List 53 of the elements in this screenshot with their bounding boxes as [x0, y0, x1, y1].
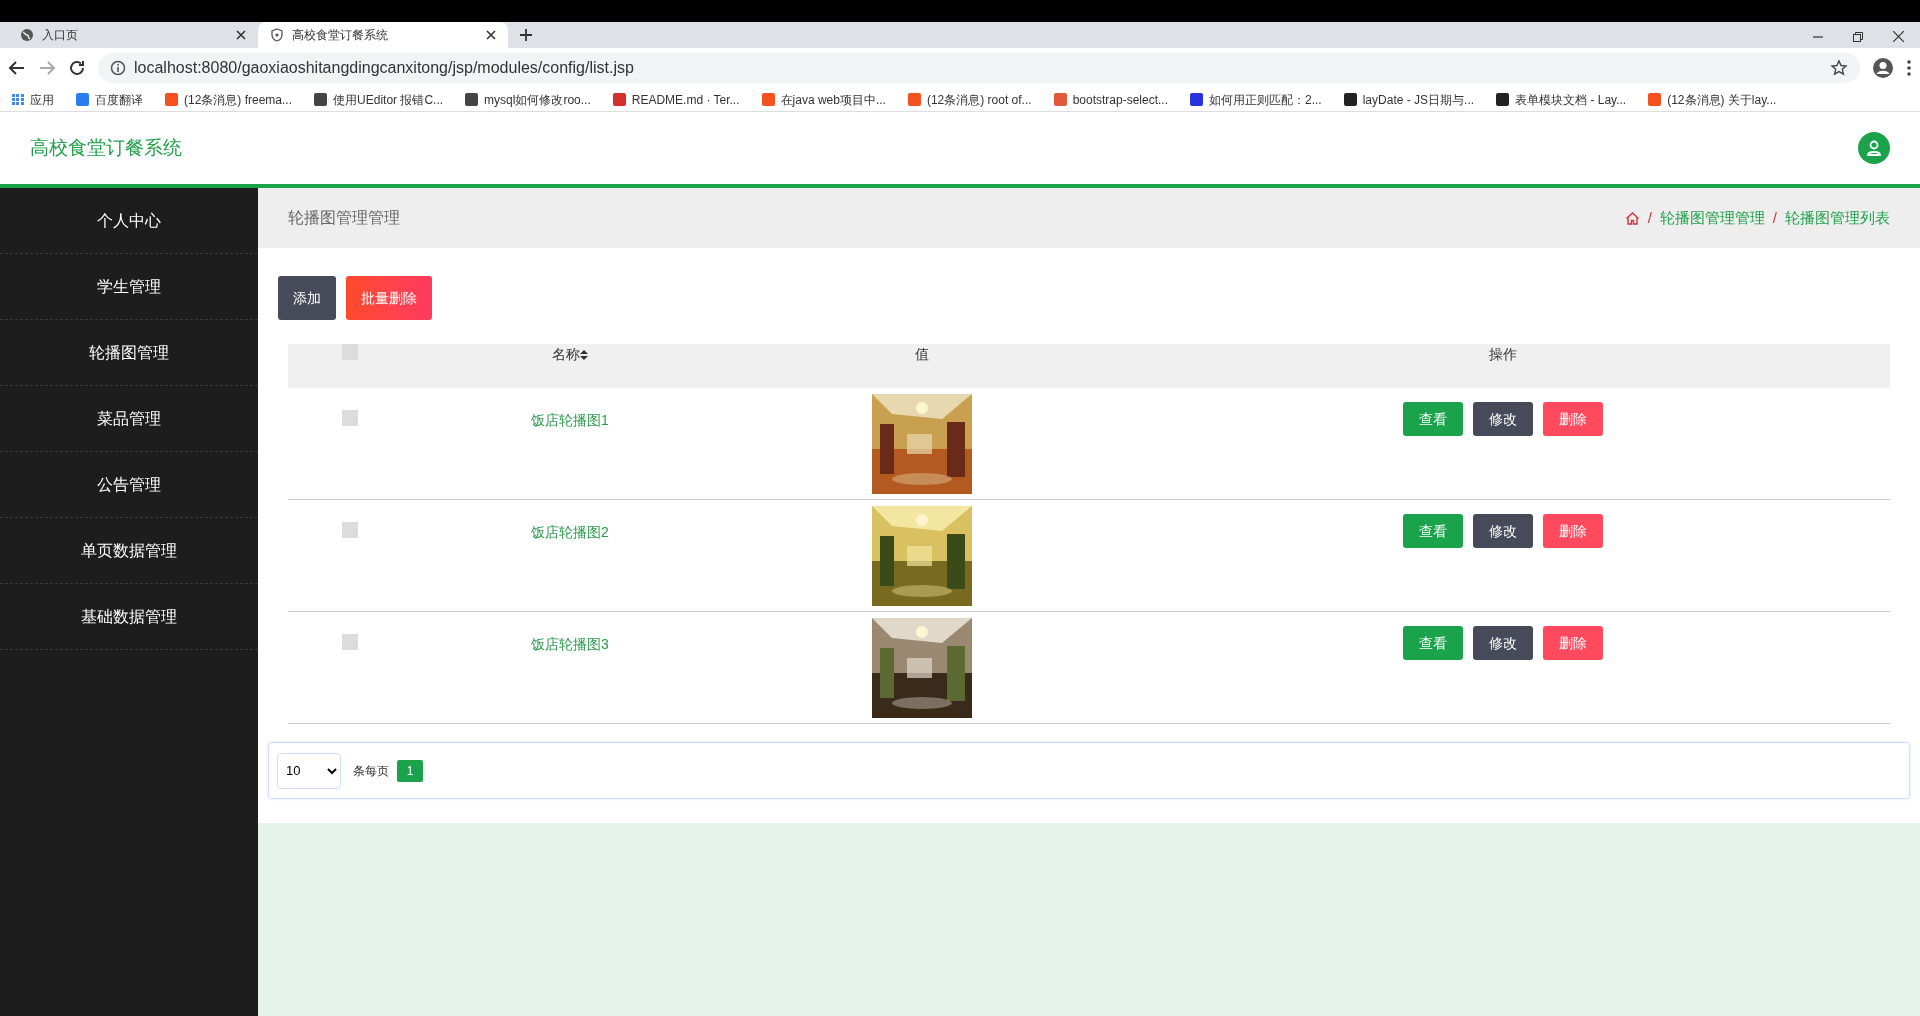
breadcrumb-separator: /	[1772, 207, 1777, 228]
bookmark-link[interactable]: bootstrap-select...	[1053, 90, 1168, 109]
star-icon[interactable]	[1830, 59, 1848, 77]
page-title: 轮播图管理管理	[288, 208, 400, 228]
sort-icon[interactable]	[580, 349, 588, 360]
close-icon[interactable]	[236, 30, 246, 40]
app-title: 高校食堂订餐系统	[30, 135, 182, 160]
bookmark-link[interactable]: 应用	[12, 90, 54, 109]
column-header: 值	[915, 345, 929, 364]
bookmark-link[interactable]: 如何用正则匹配：2...	[1190, 90, 1322, 109]
column-header[interactable]: 名称	[552, 344, 580, 365]
info-icon	[110, 60, 126, 76]
browser-tab[interactable]: 高校食堂订餐系统	[258, 22, 508, 48]
restore-icon[interactable]	[1853, 31, 1863, 42]
checkbox[interactable]	[342, 634, 358, 650]
edit-button[interactable]: 修改	[1473, 402, 1533, 436]
close-icon[interactable]	[486, 30, 496, 40]
checkbox[interactable]	[342, 410, 358, 426]
browser-tab[interactable]: 入口页	[8, 22, 258, 48]
user-avatar-icon[interactable]	[1858, 132, 1890, 164]
bookmark-link[interactable]: 表单模块文档 - Lay...	[1496, 90, 1627, 109]
bookmark-link[interactable]: (12条消息) root of...	[907, 90, 1032, 109]
bookmark-link[interactable]: (12条消息) freema...	[165, 90, 293, 109]
table-cell-text: 饭店轮播图3	[531, 635, 609, 654]
close-icon[interactable]	[1893, 31, 1904, 42]
bookmark-link[interactable]: 百度翻译	[76, 90, 143, 109]
shield-icon	[270, 28, 284, 42]
back-icon[interactable]	[8, 59, 26, 77]
globe-icon	[20, 28, 34, 42]
new-tab-icon[interactable]	[520, 29, 532, 41]
checkbox[interactable]	[342, 344, 358, 360]
bookmark-link[interactable]: 在java web项目中...	[761, 90, 886, 109]
url-text: localhost:8080/gaoxiaoshitangdingcanxitong/jsp/modules/config/list.jsp	[134, 58, 634, 78]
per-page-label: 条每页	[353, 762, 389, 780]
bookmark-link[interactable]: layDate - JS日期与...	[1343, 90, 1475, 109]
table-cell-text: 饭店轮播图1	[531, 411, 609, 430]
bookmark-link[interactable]: mysql如何修改roo...	[465, 90, 591, 109]
breadcrumb-separator: /	[1647, 207, 1652, 228]
bookmark-link[interactable]: (12条消息) 关于lay...	[1648, 90, 1777, 109]
bookmark-link[interactable]: 使用UEditor 报错C...	[314, 90, 444, 109]
checkbox[interactable]	[342, 522, 358, 538]
edit-button[interactable]: 修改	[1473, 514, 1533, 548]
address-bar[interactable]: localhost:8080/gaoxiaoshitangdingcanxitong/jsp/modules/config/list.jsp	[98, 53, 1860, 83]
menu-icon[interactable]	[1906, 59, 1912, 77]
edit-button[interactable]: 修改	[1473, 626, 1533, 660]
page-size-select[interactable]: 10	[277, 752, 341, 789]
add-button[interactable]: 添加	[278, 276, 336, 320]
profile-icon[interactable]	[1872, 57, 1894, 79]
table-cell-text: 饭店轮播图2	[531, 523, 609, 542]
reload-icon[interactable]	[68, 59, 86, 77]
home-icon[interactable]	[1624, 210, 1640, 226]
column-header: 操作	[1489, 345, 1517, 364]
bookmark-link[interactable]: README.md · Ter...	[612, 90, 740, 109]
